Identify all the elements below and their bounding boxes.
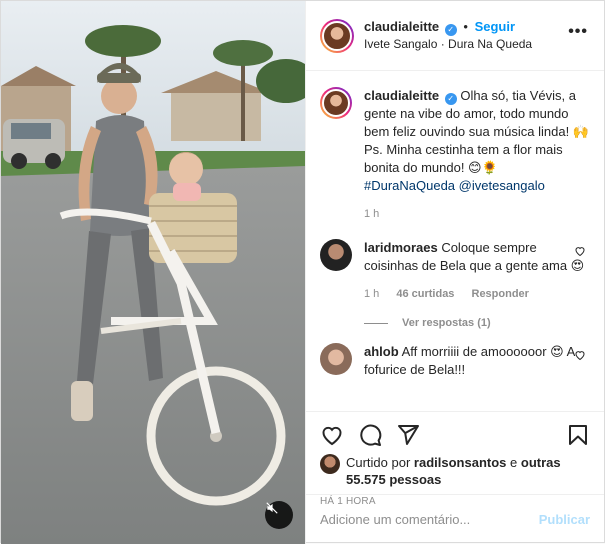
separator-dot: • — [463, 19, 468, 35]
follow-button[interactable]: Seguir — [475, 19, 515, 34]
comment-icon[interactable] — [358, 423, 382, 447]
verified-icon: ✓ — [444, 24, 457, 37]
liker-avatar[interactable] — [319, 454, 340, 474]
commenter-avatar[interactable] — [319, 239, 352, 271]
comment-time[interactable]: 1 h — [364, 288, 379, 300]
post-dialog: claudialeitte ✓ • Seguir Ivete Sangalo ·… — [0, 0, 605, 544]
caption-mention[interactable]: @ivetesangalo — [459, 178, 545, 193]
comment-item: laridmoraes Coloque sempre coisinhas de … — [319, 239, 590, 303]
post-details-panel: claudialeitte ✓ • Seguir Ivete Sangalo ·… — [304, 1, 604, 544]
post-header: claudialeitte ✓ • Seguir Ivete Sangalo ·… — [305, 1, 604, 71]
author-username[interactable]: claudialeitte — [364, 19, 439, 34]
caption-avatar[interactable] — [319, 87, 352, 119]
add-comment-bar: Publicar — [305, 494, 604, 544]
share-icon[interactable] — [396, 423, 420, 447]
comment-username[interactable]: laridmoraes — [364, 240, 438, 255]
caption-hashtag[interactable]: #DuraNaQueda — [364, 178, 455, 193]
mute-button[interactable] — [265, 501, 293, 529]
replies-line — [363, 322, 388, 324]
comment-item: ahlob Aff morriiii de amoooooor 😍 A fofu… — [319, 343, 590, 379]
heart-icon[interactable] — [320, 423, 344, 447]
publish-button[interactable]: Publicar — [539, 512, 590, 527]
post-video[interactable] — [1, 1, 305, 544]
liker-username[interactable]: radilsonsantos — [414, 455, 506, 470]
comment-username[interactable]: ahlob — [364, 344, 399, 359]
likes-summary: Curtido por radilsonsantos e outras 55.5… — [319, 454, 590, 488]
mute-icon — [266, 502, 278, 514]
comment-like-heart-icon[interactable] — [574, 349, 586, 361]
author-avatar[interactable] — [319, 18, 354, 53]
post-audio-location[interactable]: Ivete Sangalo · Dura Na Queda — [364, 36, 592, 52]
view-replies-button[interactable]: Ver respostas (1) — [363, 317, 590, 329]
verified-icon: ✓ — [444, 93, 457, 105]
caption-time[interactable]: 1 h — [364, 208, 379, 220]
caption-username[interactable]: claudialeitte — [364, 88, 439, 103]
save-icon[interactable] — [566, 423, 590, 447]
comments-section: claudialeitte ✓ Olha só, tia Vévis, a ge… — [306, 71, 604, 411]
caption: claudialeitte ✓ Olha só, tia Vévis, a ge… — [319, 87, 590, 223]
more-options-button[interactable]: ••• — [568, 23, 588, 41]
comment-like-heart-icon[interactable] — [574, 245, 586, 257]
likes-conjunction: e — [510, 455, 518, 470]
likes-prefix: Curtido por — [345, 455, 411, 470]
comment-likes[interactable]: 46 curtidas — [396, 288, 454, 300]
video-frame — [1, 1, 305, 544]
post-actions: Curtido por radilsonsantos e outras 55.5… — [305, 411, 604, 544]
commenter-avatar[interactable] — [319, 343, 352, 375]
reply-button[interactable]: Responder — [472, 288, 529, 300]
view-replies-label: Ver respostas (1) — [401, 317, 491, 329]
comment-input[interactable] — [319, 512, 539, 527]
